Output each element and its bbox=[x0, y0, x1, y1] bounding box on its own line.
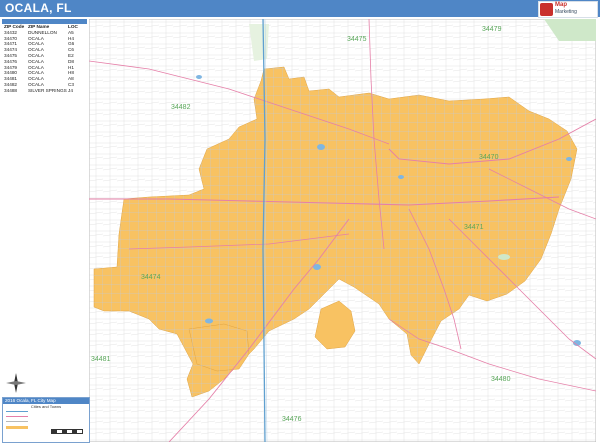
zip-label: 34471 bbox=[464, 224, 484, 231]
scale-bar bbox=[51, 429, 83, 434]
map-canvas[interactable]: 34475 34479 34482 34470 34471 34474 3448… bbox=[89, 19, 596, 442]
park bbox=[498, 254, 510, 260]
zip-label: 34474 bbox=[141, 274, 161, 281]
legend-swatch-major-road bbox=[6, 416, 28, 417]
logo-name: Map bbox=[555, 2, 567, 8]
lake bbox=[205, 318, 213, 324]
lake bbox=[196, 75, 202, 79]
map-title: OCALA, FL bbox=[5, 1, 72, 15]
legend-swatch-street bbox=[6, 421, 28, 422]
zip-label: 34475 bbox=[347, 36, 367, 43]
lake bbox=[566, 157, 572, 161]
zip-loc: J4 bbox=[68, 87, 73, 93]
logo-icon bbox=[540, 3, 553, 16]
lake bbox=[398, 175, 404, 179]
lake bbox=[317, 144, 325, 150]
zip-label: 34480 bbox=[491, 376, 511, 383]
map-svg[interactable]: 34475 34479 34482 34470 34471 34474 3448… bbox=[89, 19, 596, 442]
zip-name: SILVER SPRINGS bbox=[28, 87, 67, 93]
north-arrow-icon bbox=[5, 372, 27, 394]
legend-swatch-city bbox=[6, 426, 28, 429]
zip-label: 34470 bbox=[479, 154, 499, 161]
logo-tag: Marketing bbox=[555, 9, 577, 15]
zip-index-row: 34488 SILVER SPRINGS J4 bbox=[2, 88, 87, 94]
map-legend: 2016 Ocala, FL City Map Cities and Towns bbox=[2, 397, 90, 443]
zip-label: 34476 bbox=[282, 416, 302, 423]
zip-label: 34481 bbox=[91, 356, 111, 363]
zip-code: 34488 bbox=[4, 87, 18, 93]
legend-swatch-interstate bbox=[6, 411, 28, 412]
zip-index-panel: ZIP Code ZIP Name LOC 34432 DUNNELLON A5 3… bbox=[2, 19, 87, 93]
title-bar: OCALA, FL Map Marketing bbox=[0, 0, 600, 18]
brand-logo: Map Marketing bbox=[538, 1, 598, 18]
zip-label: 34482 bbox=[171, 104, 191, 111]
zip-label: 34479 bbox=[482, 26, 502, 33]
